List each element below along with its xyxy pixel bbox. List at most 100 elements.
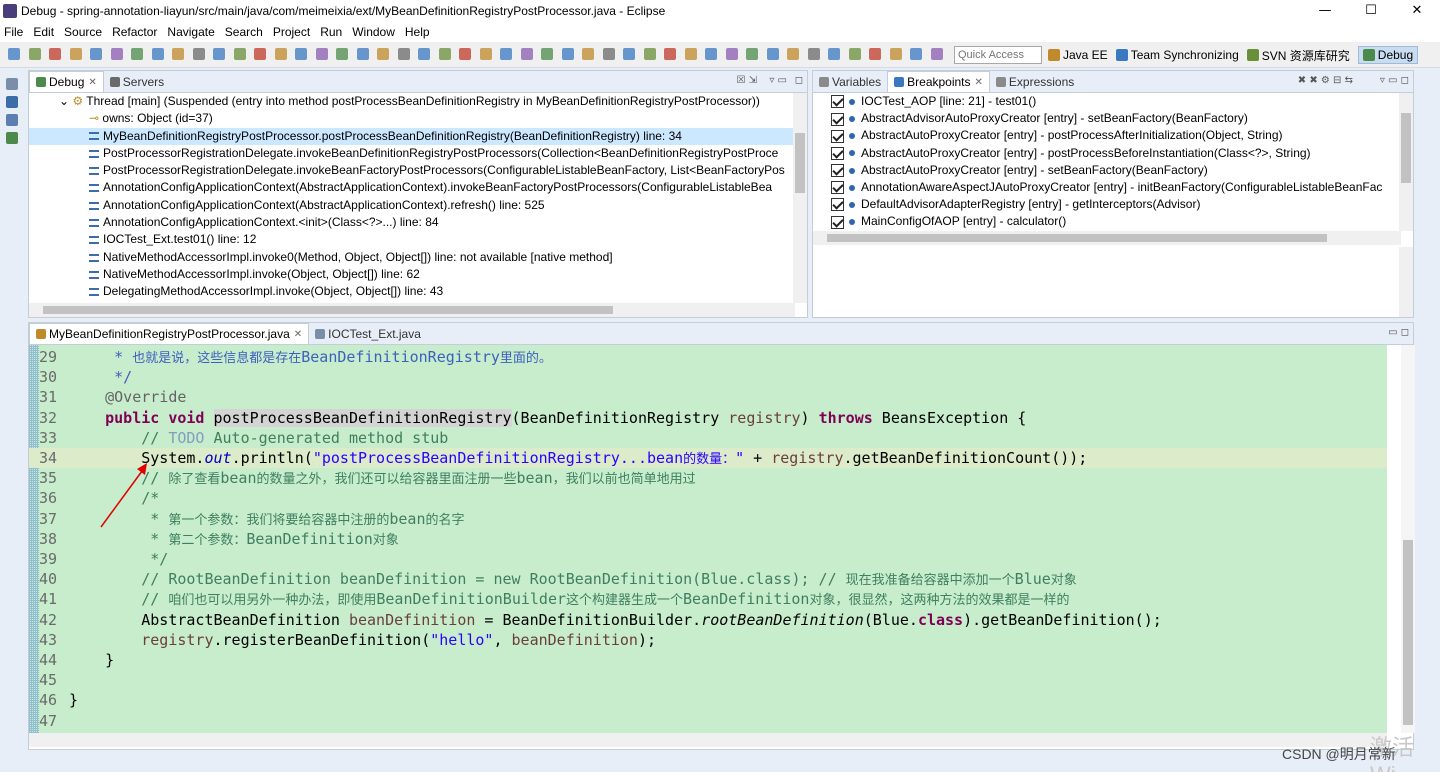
stack-frame-row[interactable]: MyBeanDefinitionRegistryPostProcessor.po… <box>29 127 793 145</box>
stack-frame-row[interactable]: AnnotationConfigApplicationContext.<init… <box>29 214 793 231</box>
toolbar-button-icon[interactable] <box>315 48 328 60</box>
menu-search[interactable]: Search <box>225 25 263 39</box>
toolbar-button-icon[interactable] <box>254 48 266 60</box>
toolbar-button-icon[interactable] <box>582 48 594 60</box>
toolbar-button-icon[interactable] <box>213 48 225 60</box>
toolbar-button-icon[interactable] <box>151 48 164 60</box>
toolbar-button-icon[interactable] <box>418 48 430 60</box>
toolbar-button-icon[interactable] <box>725 48 738 60</box>
stack-frame-row[interactable]: PostProcessorRegistrationDelegate.invoke… <box>29 162 793 179</box>
breakpoint-checkbox[interactable] <box>831 112 844 126</box>
perspective-java-ee[interactable]: Java EE <box>1048 48 1108 62</box>
code-line[interactable]: 31 @Override <box>29 387 1387 407</box>
menu-run[interactable]: Run <box>320 25 342 39</box>
tab-debug[interactable]: Debug ✕ <box>29 71 104 92</box>
toolbar-button-icon[interactable] <box>49 48 61 60</box>
toolbar-button-icon[interactable] <box>356 48 369 60</box>
toolbar-button-icon[interactable] <box>705 48 717 60</box>
toolbar-button-icon[interactable] <box>889 48 902 60</box>
code-line[interactable]: 29 * 也就是说，这些信息都是存在BeanDefinitionRegistry… <box>29 347 1387 367</box>
code-line[interactable]: 41 // 咱们也可以用另外一种办法，即使用BeanDefinitionBuil… <box>29 589 1387 609</box>
code-line[interactable]: 32 public void postProcessBeanDefinition… <box>29 408 1387 428</box>
stack-frame-row[interactable]: DelegatingMethodAccessorImpl.invoke(Obje… <box>29 283 793 300</box>
menu-refactor[interactable]: Refactor <box>112 25 157 39</box>
outline-icon[interactable] <box>6 114 18 126</box>
minimize-button[interactable]: — <box>1302 0 1348 22</box>
minimize-view-icon[interactable]: ▿ ▭ <box>769 75 787 86</box>
breakpoint-row[interactable]: AbstractAutoProxyCreator [entry] - postP… <box>813 145 1399 162</box>
breakpoint-checkbox[interactable] <box>831 215 844 229</box>
code-line[interactable]: 47 <box>29 711 1387 731</box>
breakpoints-view-controls[interactable]: ▿ ▭ ◻ <box>1380 75 1409 86</box>
quick-access-input[interactable] <box>954 46 1042 64</box>
toolbar-button-icon[interactable] <box>623 48 635 60</box>
monitor-row[interactable]: ⊸ owns: Object (id=37) <box>29 110 793 127</box>
thread-row[interactable]: ⌄ ⚙ Thread [main] (Suspended (entry into… <box>29 93 793 110</box>
breakpoint-row[interactable]: AbstractAutoProxyCreator [entry] - postP… <box>813 127 1399 144</box>
tab-servers[interactable]: Servers <box>104 71 170 92</box>
toolbar-button-icon[interactable] <box>172 48 184 60</box>
toolbar-button-icon[interactable] <box>8 48 20 60</box>
breakpoint-actions-icon[interactable]: ✖ ✖ ⚙ ⊟ ⇆ <box>1298 75 1353 86</box>
toolbar-button-icon[interactable] <box>295 48 307 60</box>
breakpoint-checkbox[interactable] <box>831 181 844 195</box>
toolbar-button-icon[interactable] <box>643 48 656 60</box>
close-tab-icon[interactable]: ✕ <box>88 77 96 88</box>
code-line[interactable]: 39 */ <box>29 549 1387 569</box>
menu-edit[interactable]: Edit <box>33 25 54 39</box>
code-line[interactable]: 34 System.out.println("postProcessBeanDe… <box>29 448 1387 469</box>
tab-ioctest-ext-java[interactable]: IOCTest_Ext.java <box>309 323 427 344</box>
toolbar-button-icon[interactable] <box>541 48 553 60</box>
code-line[interactable]: 46} <box>29 690 1387 710</box>
toolbar-button-icon[interactable] <box>500 48 512 60</box>
toolbar-button-icon[interactable] <box>233 48 246 60</box>
toolbar-button-icon[interactable] <box>602 48 615 60</box>
toolbar-button-icon[interactable] <box>69 48 82 60</box>
code-line[interactable]: 45 <box>29 670 1387 690</box>
code-line[interactable]: 43 registry.registerBeanDefinition("hell… <box>29 630 1387 650</box>
toolbar-button-icon[interactable] <box>664 48 676 60</box>
code-line[interactable]: 38 * 第二个参数：BeanDefinition对象 <box>29 529 1387 549</box>
perspective-team-synchronizing[interactable]: Team Synchronizing <box>1115 48 1239 62</box>
stack-frame-row[interactable]: AnnotationConfigApplicationContext(Abstr… <box>29 197 793 214</box>
maximize-view-icon[interactable]: ◻ <box>795 75 803 86</box>
code-line[interactable]: 40 // RootBeanDefinition beanDefinition … <box>29 569 1387 589</box>
toolbar-button-icon[interactable] <box>684 48 697 60</box>
breakpoint-checkbox[interactable] <box>831 146 844 160</box>
code-line[interactable]: 33 // TODO Auto-generated method stub <box>29 428 1387 448</box>
toolbar-button-icon[interactable] <box>192 48 205 60</box>
expand-chevron-icon[interactable]: ⌄ <box>59 94 72 108</box>
toolbar-button-icon[interactable] <box>459 48 471 60</box>
breakpoint-checkbox[interactable] <box>831 198 844 212</box>
toolbar-button-icon[interactable] <box>520 48 533 60</box>
toolbar-button-icon[interactable] <box>930 48 943 60</box>
breakpoint-checkbox[interactable] <box>831 129 844 143</box>
toolbar-button-icon[interactable] <box>274 48 287 60</box>
breakpoint-row[interactable]: DefaultAdvisorAdapterRegistry [entry] - … <box>813 196 1399 213</box>
toolbar-button-icon[interactable] <box>90 48 102 60</box>
toolbar-button-icon[interactable] <box>397 48 410 60</box>
toolbar-button-icon[interactable] <box>438 48 451 60</box>
breakpoint-row[interactable]: IOCTest_AOP [line: 21] - test01() <box>813 93 1399 110</box>
toolbar-button-icon[interactable] <box>110 48 123 60</box>
toolbar-button-icon[interactable] <box>28 48 41 60</box>
stack-frame-row[interactable]: NativeMethodAccessorImpl.invoke(Object, … <box>29 266 793 283</box>
toolbar-button-icon[interactable] <box>561 48 574 60</box>
stack-frame-row[interactable]: IOCTest_Ext.test01() line: 12 <box>29 231 793 248</box>
breakpoints-horizontal-scrollbar[interactable] <box>813 231 1401 245</box>
toolbar-button-icon[interactable] <box>131 48 143 60</box>
toolbar-button-icon[interactable] <box>828 48 840 60</box>
code-line[interactable]: 44 } <box>29 650 1387 670</box>
toolbar-button-icon[interactable] <box>336 48 348 60</box>
breakpoints-vertical-scrollbar[interactable] <box>1399 93 1413 231</box>
menu-help[interactable]: Help <box>405 25 430 39</box>
toolbar-button-icon[interactable] <box>848 48 861 60</box>
overview-ruler[interactable] <box>1401 345 1415 733</box>
debug-vertical-scrollbar[interactable] <box>793 93 807 303</box>
stack-frame-row[interactable]: AnnotationConfigApplicationContext(Abstr… <box>29 179 793 196</box>
code-line[interactable]: 37 * 第一个参数：我们将要给容器中注册的bean的名字 <box>29 509 1387 529</box>
close-tab-icon[interactable]: ✕ <box>975 77 983 88</box>
breakpoint-row[interactable]: AbstractAutoProxyCreator [entry] - setBe… <box>813 162 1399 179</box>
tab-expressions[interactable]: Expressions <box>990 71 1080 92</box>
toolbar-button-icon[interactable] <box>869 48 881 60</box>
